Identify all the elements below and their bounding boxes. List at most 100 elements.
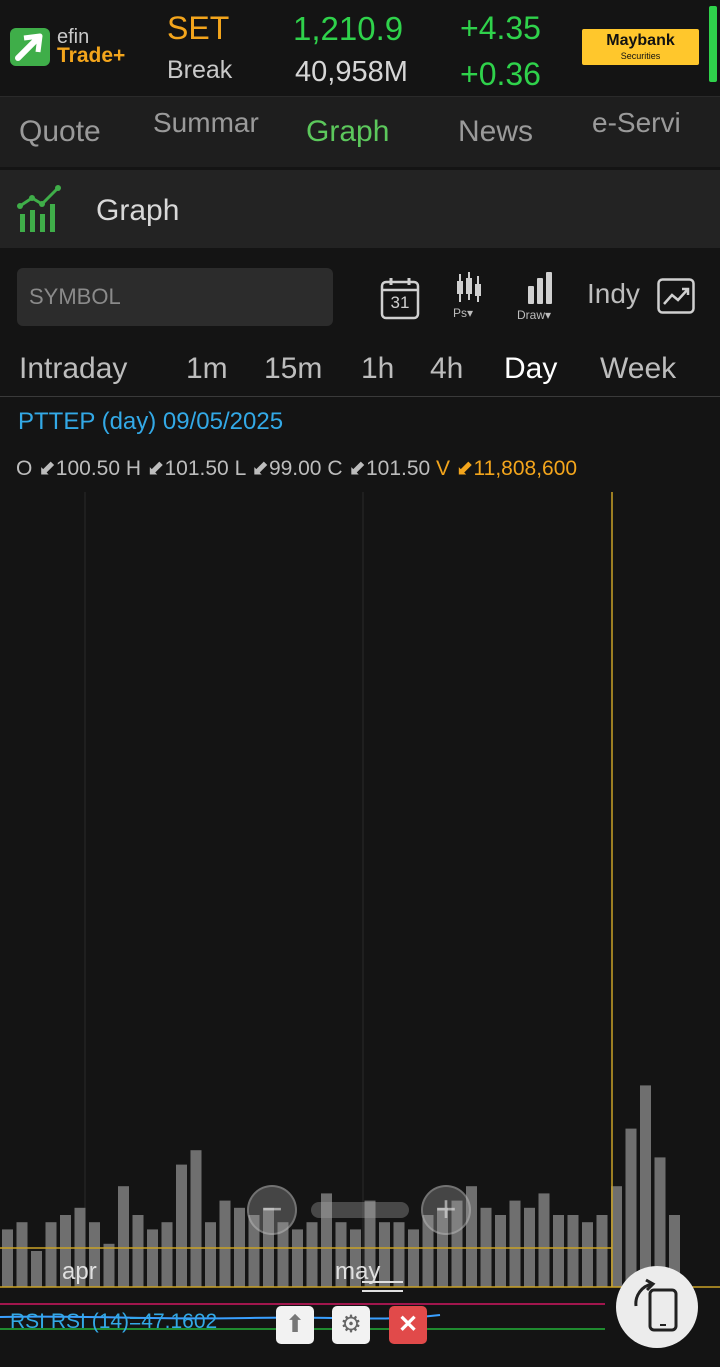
volume-bar [306, 1222, 318, 1287]
low-label: L [234, 457, 246, 480]
volume-bar [103, 1243, 115, 1287]
bar-chart-icon [528, 272, 552, 304]
volume-bar [553, 1215, 564, 1287]
x-axis-label: may [335, 1258, 380, 1285]
volume-bar [393, 1222, 405, 1287]
rsi-label: RSI [10, 1310, 46, 1333]
volume-bar [205, 1222, 216, 1287]
volume-bar [2, 1229, 13, 1287]
tab-graph[interactable]: Graph [306, 115, 389, 149]
rotate-screen-button[interactable] [616, 1266, 698, 1348]
volume-label: V [436, 457, 451, 480]
timeframe-bar: Intraday 1m 15m 1h 4h Day Week [0, 340, 720, 397]
timeframe-4h[interactable]: 4h [430, 352, 463, 386]
zoom-in-button[interactable]: + [421, 1185, 471, 1235]
price-style-button[interactable]: Ps▾ [452, 272, 486, 322]
index-name[interactable]: SET [167, 10, 229, 47]
volume-bar [132, 1215, 144, 1287]
volume-bar [219, 1200, 231, 1287]
arrow-icon: ⬋ [251, 457, 269, 480]
tab-e-service[interactable]: e-Servi [592, 107, 681, 139]
close-icon: ✕ [397, 1311, 419, 1338]
rsi-value: RSI (14)=47.1602 [50, 1310, 218, 1333]
main-tabs: Quote Summar Graph News e-Servi [0, 97, 720, 167]
tab-quote[interactable]: Quote [19, 115, 101, 149]
volume-bar [379, 1222, 390, 1287]
broker-name: Maybank [606, 32, 675, 49]
trend-line-icon [657, 278, 695, 314]
rsi-readout: RSI RSI (14)=47.1602 [10, 1310, 217, 1334]
index-sub-change: +0.36 [460, 56, 541, 92]
draw-button[interactable]: Draw▾ [516, 272, 564, 322]
draw-label: Draw▾ [517, 308, 552, 322]
volume-bar [161, 1222, 173, 1287]
open-label: O [16, 457, 33, 480]
section-header: Graph [0, 170, 720, 248]
low-value: 99.00 [268, 457, 322, 480]
index-change: +4.35 [460, 10, 541, 46]
volume-bar [509, 1200, 521, 1287]
arrow-icon: ⬋ [348, 457, 366, 480]
indicator-button[interactable] [657, 278, 695, 314]
volume-bar [625, 1128, 637, 1287]
calendar-button[interactable]: 31 [380, 276, 420, 320]
ps-label: Ps▾ [453, 306, 474, 320]
volume-bar [567, 1215, 579, 1287]
volume-bar [495, 1215, 506, 1287]
brand-trade-plus: Trade+ [57, 44, 126, 67]
arrow-icon: ⬋ [38, 457, 56, 480]
timeframe-15m[interactable]: 15m [264, 352, 322, 386]
zoom-out-button[interactable]: − [247, 1185, 297, 1235]
arrow-icon: ⬋ [146, 457, 165, 480]
open-value: 100.50 [55, 457, 121, 480]
efin-logo-icon [10, 28, 50, 66]
gear-icon: ⚙ [340, 1311, 362, 1338]
volume-bar [538, 1193, 550, 1287]
volume-bar [190, 1150, 202, 1287]
app-header: efin Trade+ SET Break 1,210.9 40,958M +4… [0, 0, 720, 97]
timeframe-1h[interactable]: 1h [361, 352, 394, 386]
arrow-icon: ⬋ [455, 457, 474, 480]
price-chart[interactable]: 106.00105.00104.00103.00102.00101.00100.… [0, 492, 720, 1367]
rotate-device-icon [634, 1278, 678, 1332]
volume-bar [45, 1222, 57, 1287]
timeframe-week[interactable]: Week [600, 352, 676, 386]
volume-bar [118, 1186, 129, 1287]
status-bar-indicator [709, 6, 717, 82]
volume-bar [31, 1251, 42, 1287]
high-value: 101.50 [164, 457, 229, 480]
volume-bar [640, 1085, 651, 1287]
scroll-handle[interactable] [311, 1202, 409, 1218]
chart-growth-icon [17, 185, 61, 232]
indicator-label[interactable]: Indy [587, 278, 640, 310]
x-axis-label: apr [62, 1258, 97, 1285]
close-label: C [327, 457, 343, 480]
calendar-day: 31 [390, 293, 410, 312]
index-value: 1,210.9 [293, 10, 404, 47]
candlestick-icon [457, 272, 481, 302]
close-value: 101.50 [365, 457, 431, 480]
volume-bar [596, 1215, 608, 1287]
close-indicator-button[interactable]: ✕ [389, 1306, 427, 1344]
volume-bar [292, 1229, 303, 1287]
volume-value: 11,808,600 [473, 457, 578, 480]
chart-title: PTTEP (day) 09/05/2025 [18, 408, 284, 435]
volume-bar [176, 1164, 187, 1287]
volume-bar [147, 1229, 158, 1287]
timeframe-intraday[interactable]: Intraday [19, 352, 127, 386]
arrow-up-icon: ⬆ [284, 1311, 306, 1338]
chart-settings-button[interactable]: ⚙ [332, 1306, 370, 1344]
index-sub-label: Break [167, 56, 233, 84]
index-volume: 40,958M [295, 56, 408, 88]
tab-news[interactable]: News [458, 115, 533, 149]
volume-bar [16, 1222, 28, 1287]
high-label: H [125, 457, 142, 480]
section-title: Graph [96, 194, 180, 227]
scroll-top-button[interactable]: ⬆ [276, 1306, 314, 1344]
volume-bar [582, 1222, 593, 1287]
ohlc-readout: O ⬋100.50 H ⬋101.50 L ⬋99.00 C ⬋101.50 V… [16, 456, 577, 481]
tab-summary[interactable]: Summar [153, 107, 259, 139]
timeframe-day[interactable]: Day [504, 352, 557, 386]
symbol-input[interactable] [17, 268, 333, 326]
timeframe-1m[interactable]: 1m [186, 352, 228, 386]
